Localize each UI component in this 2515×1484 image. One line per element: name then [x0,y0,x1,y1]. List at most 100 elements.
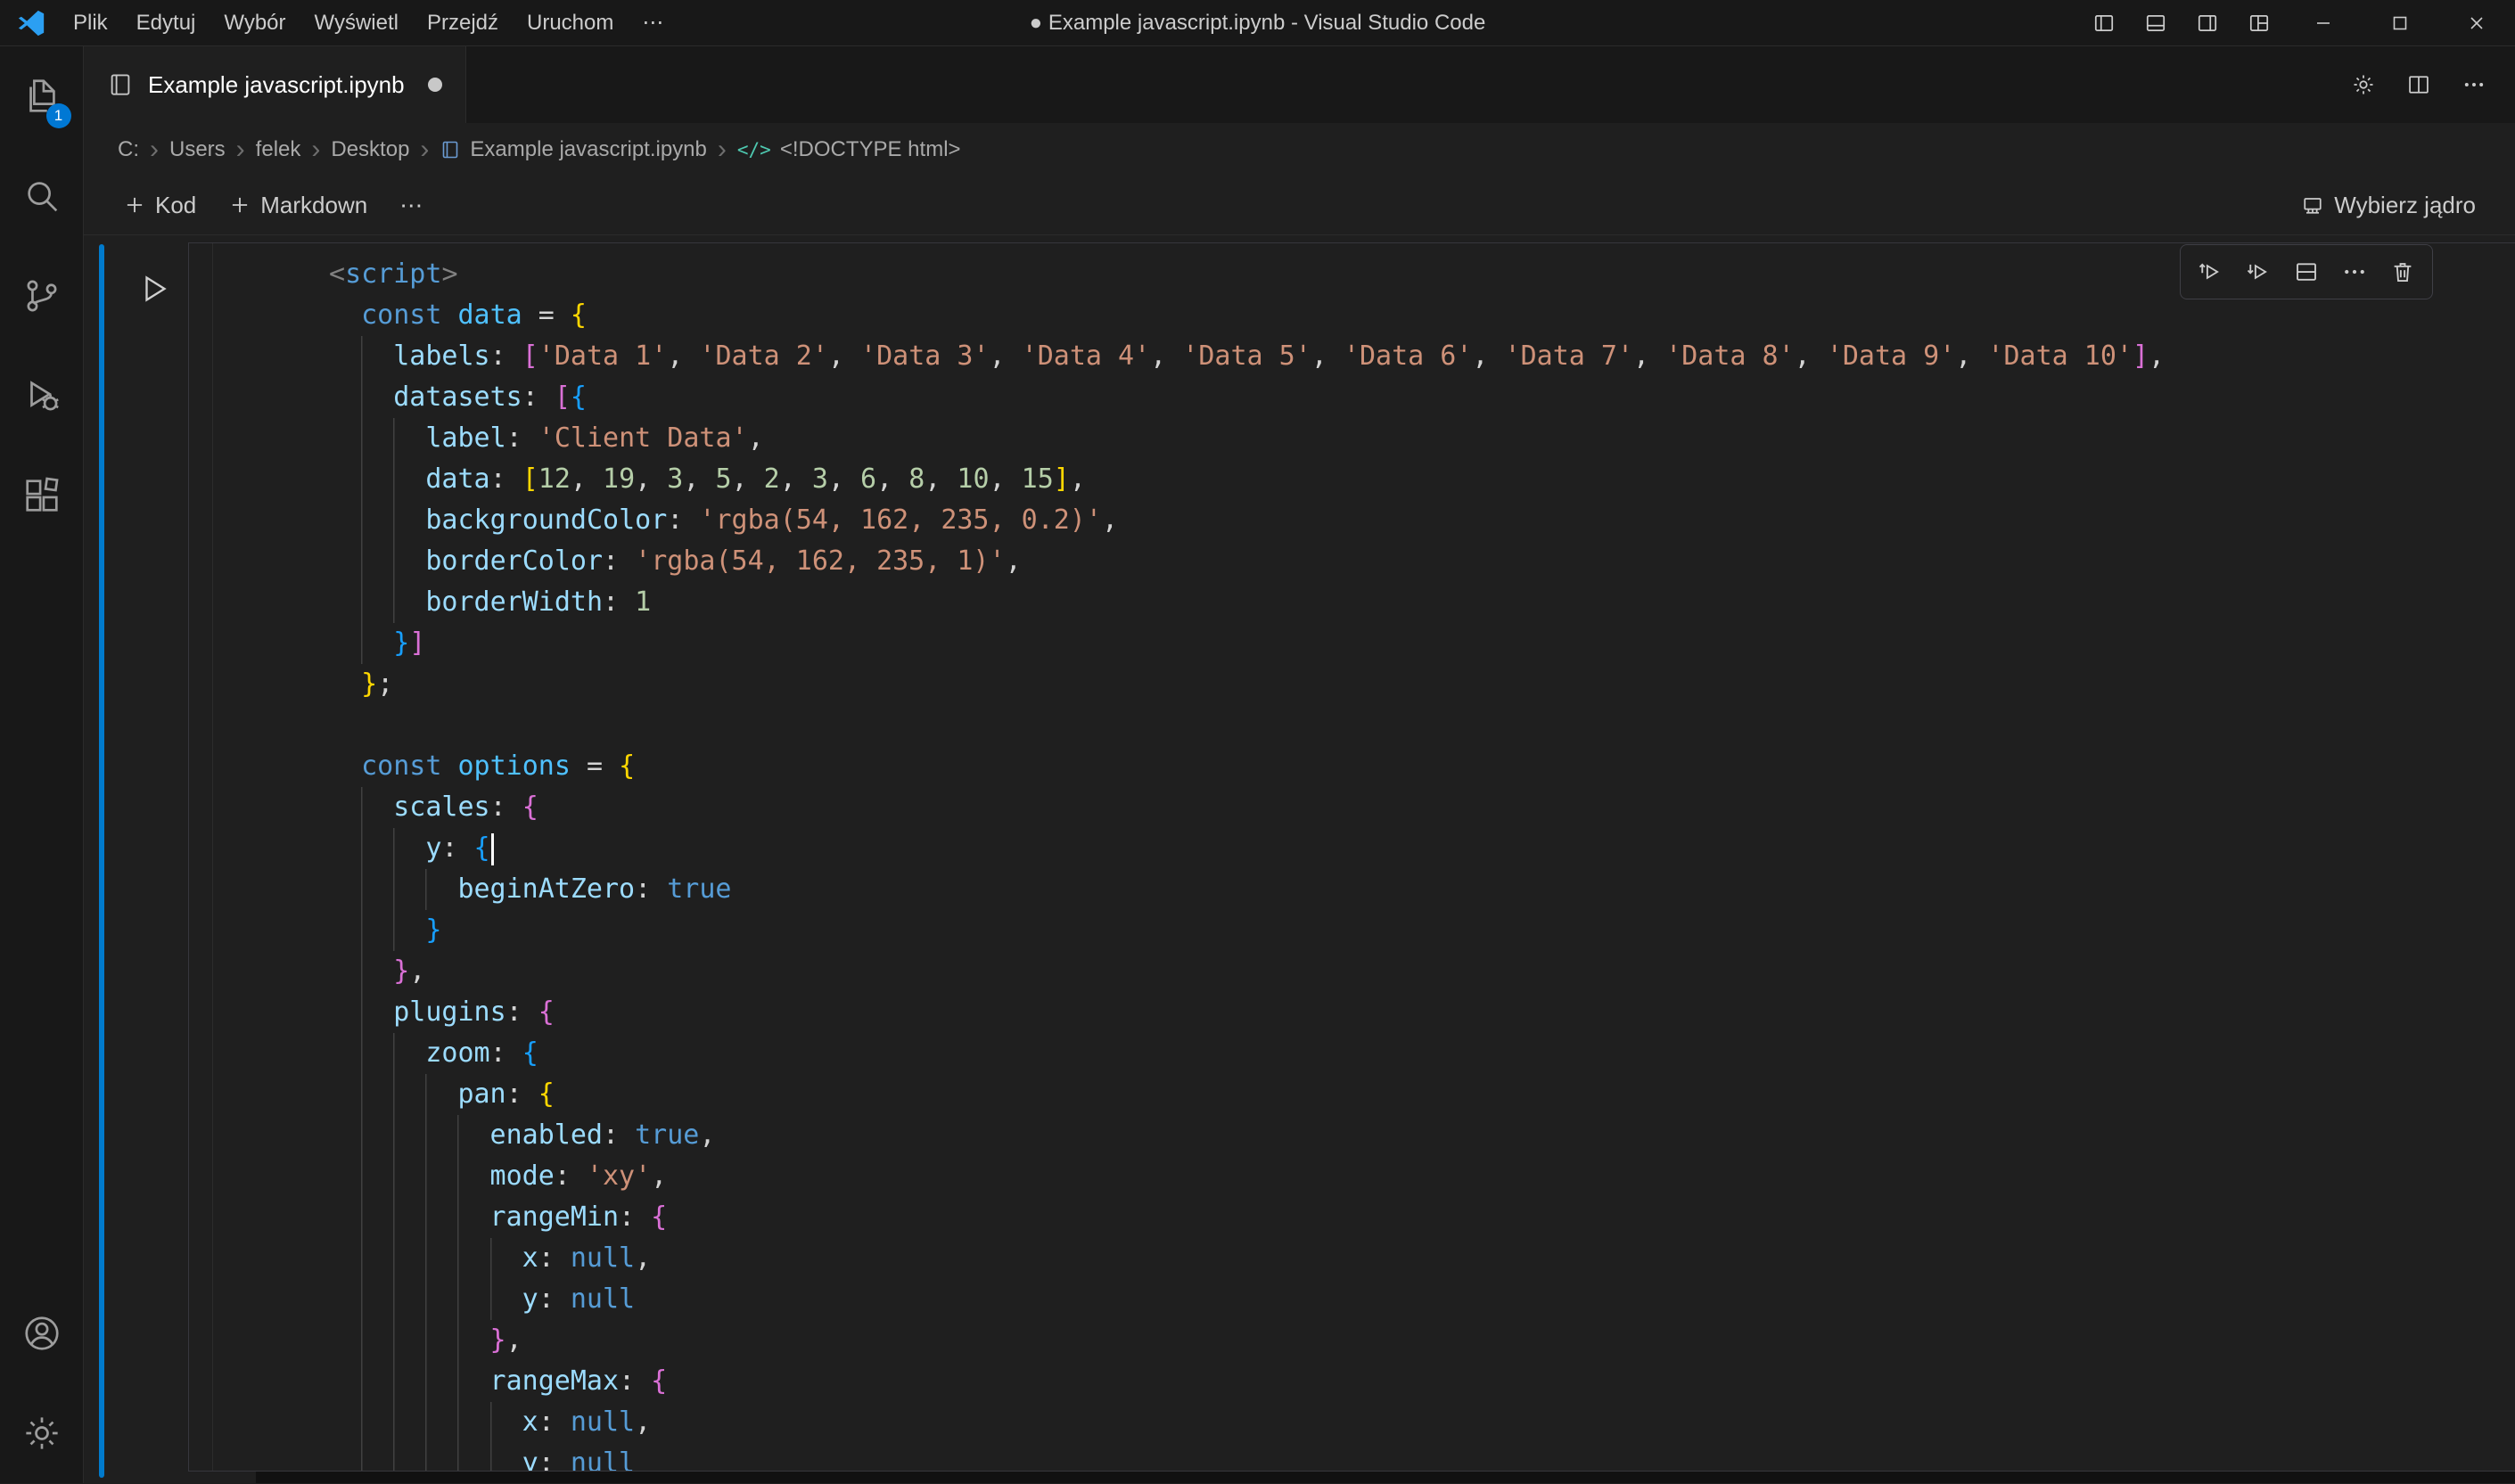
split-cell-button[interactable] [2284,250,2329,294]
code-content[interactable]: <script>const data = {labels: ['Data 1',… [189,243,2515,1472]
toggle-secondary-sidebar-button[interactable] [2182,0,2233,45]
code-line[interactable]: y: { [329,828,2515,869]
code-line[interactable]: labels: ['Data 1', 'Data 2', 'Data 3', '… [329,336,2515,377]
code-line[interactable]: rangeMax: { [329,1361,2515,1402]
breadcrumb-symbol[interactable]: </> <!DOCTYPE html> [737,137,961,162]
code-line[interactable]: x: null, [329,1402,2515,1443]
minimize-icon [2313,12,2334,34]
activity-search-button[interactable] [0,146,84,246]
chevron-right-icon: › [236,136,245,163]
run-above-icon [2197,258,2223,285]
window-title: ● Example javascript.ipynb - Visual Stud… [1030,11,1486,36]
cell-toolbar [2180,244,2433,299]
cell-focus-bar[interactable] [99,244,104,1478]
menu-przejdz[interactable]: Przejdź [413,0,513,45]
code-line[interactable]: datasets: [{ [329,377,2515,418]
maximize-button[interactable] [2362,0,2438,45]
split-editor-icon [2406,72,2431,97]
activity-extensions-button[interactable] [0,446,84,545]
breadcrumb-drive[interactable]: C: [118,137,139,162]
code-line[interactable]: y: null [329,1443,2515,1472]
code-line[interactable]: borderColor: 'rgba(54, 162, 235, 1)', [329,541,2515,582]
code-line[interactable]: pan: { [329,1074,2515,1115]
code-line[interactable]: }, [329,1320,2515,1361]
breadcrumb-users[interactable]: Users [169,137,226,162]
chevron-right-icon: › [150,136,159,163]
menu-plik[interactable]: Plik [59,0,122,45]
menu-wyswietl[interactable]: Wyświetl [300,0,413,45]
cell-horizontal-scrollbar[interactable] [256,1472,2515,1483]
breadcrumb-file[interactable]: Example javascript.ipynb [440,137,706,162]
code-line[interactable] [329,705,2515,746]
code-line[interactable]: }] [329,623,2515,664]
breadcrumb-felek[interactable]: felek [256,137,301,162]
text-cursor [491,833,494,865]
add-markdown-cell-button[interactable]: Markdown [214,184,382,226]
chevron-right-icon: › [311,136,320,163]
breadcrumb-file-label: Example javascript.ipynb [470,137,706,162]
close-button[interactable] [2438,0,2515,45]
add-code-cell-button[interactable]: Kod [109,184,210,226]
cell-code-editor[interactable]: <script>const data = {labels: ['Data 1',… [188,242,2515,1472]
code-line[interactable]: data: [12, 19, 3, 5, 2, 3, 6, 8, 10, 15]… [329,459,2515,500]
code-line[interactable]: scales: { [329,787,2515,828]
code-line[interactable]: borderWidth: 1 [329,582,2515,623]
settings-button[interactable] [0,1383,84,1483]
code-line[interactable]: const options = { [329,746,2515,787]
code-line[interactable]: plugins: { [329,992,2515,1033]
tab-modified-dot[interactable] [428,78,442,92]
toggle-primary-sidebar-button[interactable] [2078,0,2130,45]
html-symbol-icon: </> [737,139,771,160]
code-line[interactable]: }; [329,664,2515,705]
notebook-cell: <script>const data = {labels: ['Data 1',… [84,235,2515,1483]
code-line[interactable]: label: 'Client Data', [329,418,2515,459]
delete-cell-button[interactable] [2380,250,2425,294]
run-cell-button[interactable] [130,266,177,312]
code-line[interactable]: x: null, [329,1238,2515,1279]
notebook-settings-button[interactable] [2338,58,2388,111]
minimize-button[interactable] [2285,0,2362,45]
add-code-label: Kod [155,192,196,219]
breadcrumb-desktop[interactable]: Desktop [331,137,409,162]
kernel-picker-label: Wybierz jądro [2334,192,2476,219]
kernel-icon [2300,193,2325,217]
toggle-panel-button[interactable] [2130,0,2182,45]
panel-bottom-icon [2144,12,2167,35]
kernel-picker-button[interactable]: Wybierz jądro [2286,184,2490,226]
split-editor-button[interactable] [2394,58,2444,111]
notebook-more-actions-button[interactable]: ⋯ [385,184,437,226]
code-line[interactable]: zoom: { [329,1033,2515,1074]
activity-run-debug-button[interactable] [0,346,84,446]
activity-source-control-button[interactable] [0,246,84,346]
customize-layout-button[interactable] [2233,0,2285,45]
cell-more-actions-button[interactable] [2332,250,2377,294]
vscode-logo-icon [16,8,46,38]
extensions-icon [21,475,62,516]
account-button[interactable] [0,1283,84,1383]
editor-column: Example javascript.ipynb [84,46,2515,1483]
menu-more[interactable]: ⋯ [628,0,678,45]
code-line[interactable]: }, [329,951,2515,992]
tab-example-javascript-ipynb[interactable]: Example javascript.ipynb [84,46,466,123]
editor-more-actions-button[interactable] [2449,58,2499,111]
code-line[interactable]: const data = { [329,295,2515,336]
code-line[interactable]: mode: 'xy', [329,1156,2515,1197]
menu-wybor[interactable]: Wybór [210,0,300,45]
execute-below-button[interactable] [2236,250,2281,294]
code-line[interactable]: y: null [329,1279,2515,1320]
search-icon [21,176,62,217]
code-line[interactable]: beginAtZero: true [329,869,2515,910]
code-line[interactable]: } [329,910,2515,951]
execute-above-button[interactable] [2188,250,2232,294]
code-line[interactable]: rangeMin: { [329,1197,2515,1238]
code-line[interactable]: backgroundColor: 'rgba(54, 162, 235, 0.2… [329,500,2515,541]
notebook-file-icon [107,71,134,98]
ellipsis-icon [2462,72,2486,97]
ellipsis-icon [2341,258,2368,285]
code-line[interactable]: enabled: true, [329,1115,2515,1156]
menu-edytuj[interactable]: Edytuj [122,0,210,45]
activity-explorer-button[interactable]: 1 [0,46,84,146]
run-debug-icon [21,375,62,416]
ellipsis-icon: ⋯ [399,192,423,219]
menu-uruchom[interactable]: Uruchom [513,0,628,45]
